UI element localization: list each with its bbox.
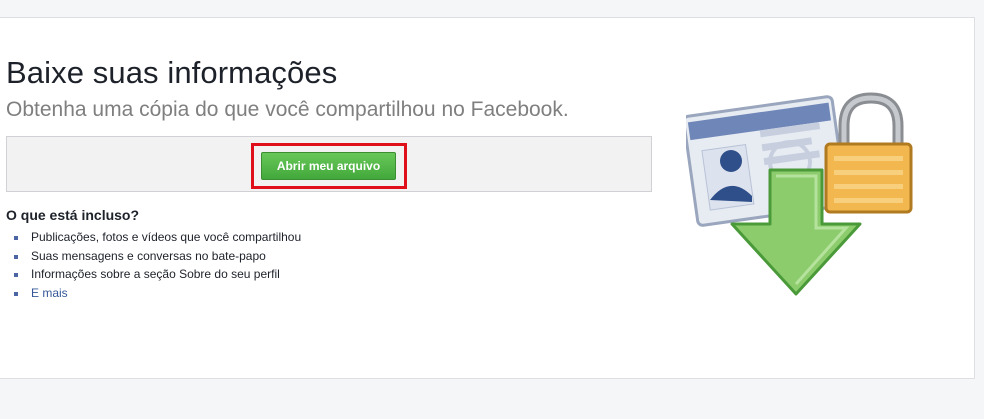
page-title: Baixe suas informações	[6, 55, 338, 90]
list-item: Publicações, fotos e vídeos que você com…	[14, 228, 301, 247]
page-subtitle: Obtenha uma cópia do que você compartilh…	[6, 98, 569, 121]
included-heading: O que está incluso?	[6, 207, 140, 223]
open-archive-button[interactable]: Abrir meu arquivo	[261, 152, 396, 180]
more-link[interactable]: E mais	[14, 284, 301, 303]
padlock-icon	[824, 92, 913, 214]
list-item: Suas mensagens e conversas no bate-papo	[14, 247, 301, 266]
included-list: Publicações, fotos e vídeos que você com…	[14, 228, 301, 302]
list-item: Informações sobre a seção Sobre do seu p…	[14, 265, 301, 284]
download-illustration	[686, 92, 913, 296]
